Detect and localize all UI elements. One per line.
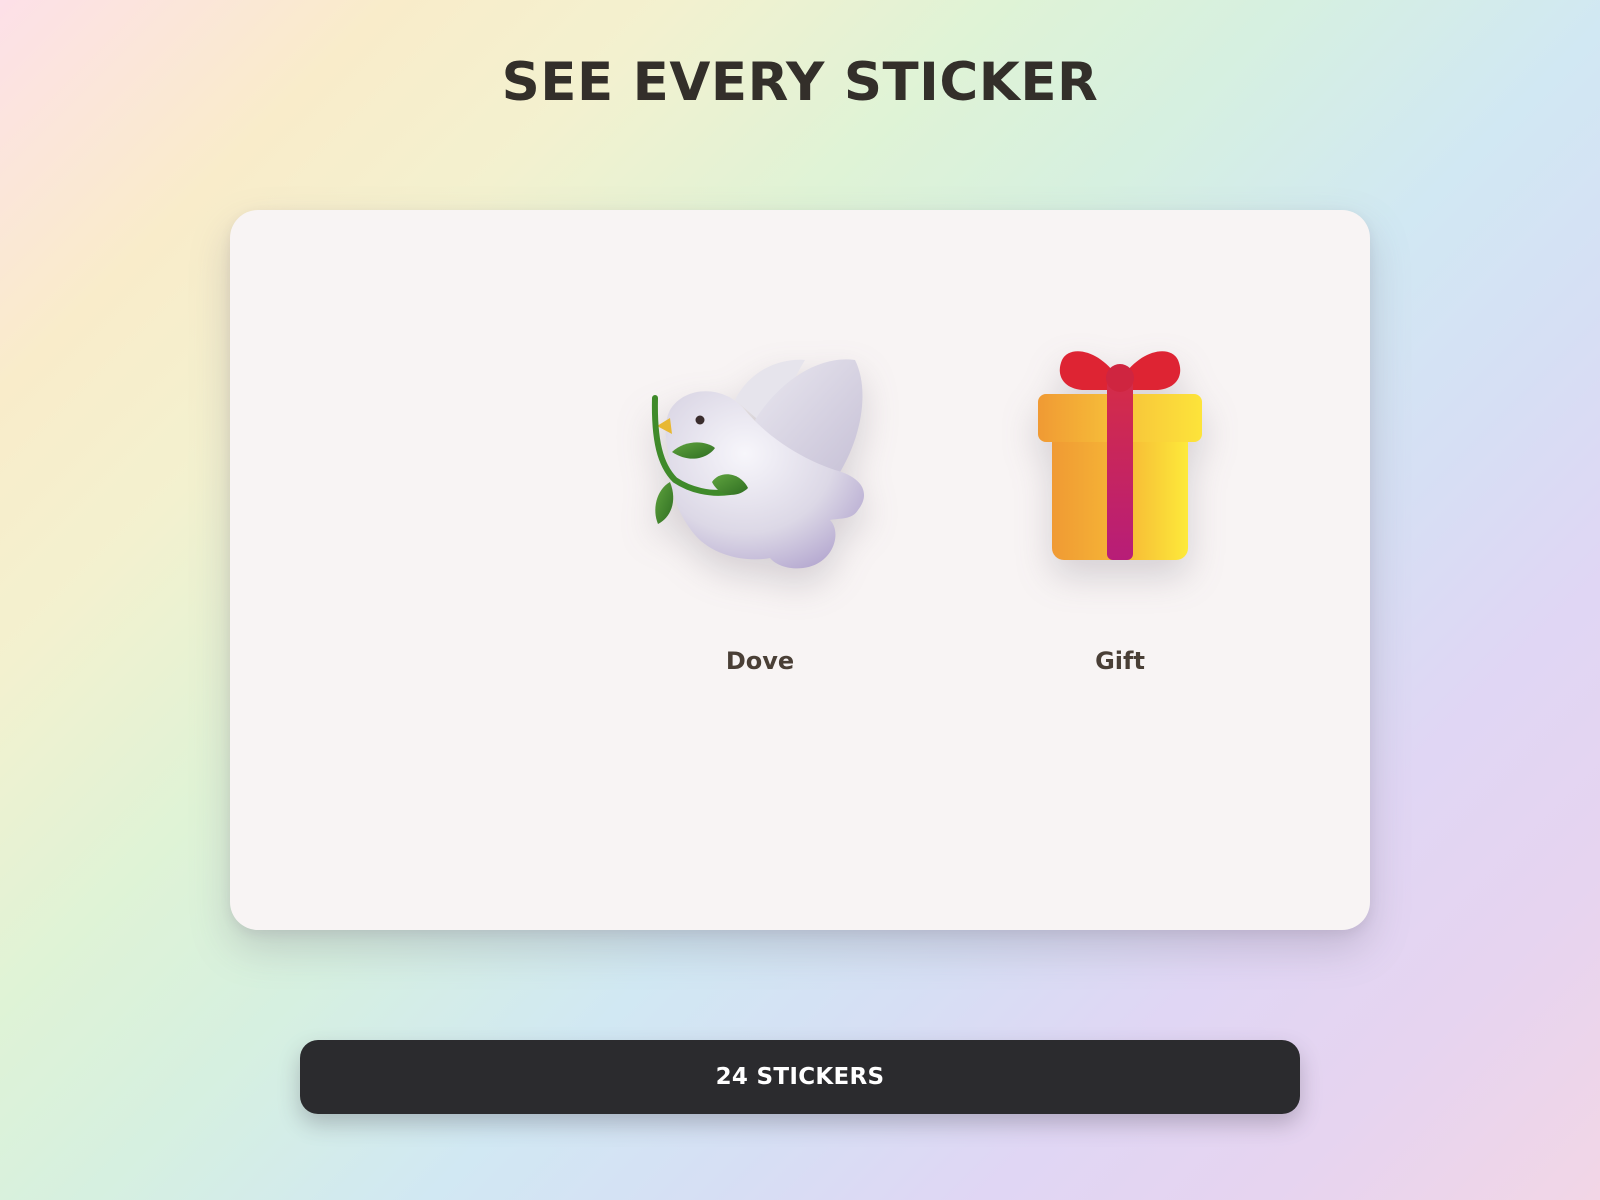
sticker-label: Dove (725, 647, 795, 675)
dove-icon (620, 320, 900, 600)
sticker-item-dove[interactable]: Dove (620, 320, 900, 700)
gift-icon (980, 320, 1260, 600)
sticker-label: Gift (1095, 647, 1145, 675)
sticker-item-gift[interactable]: Gift (980, 320, 1260, 700)
page-title: SEE EVERY STICKER (501, 52, 1099, 113)
sticker-gallery-card: Dove Gift (230, 210, 1370, 930)
sticker-count-button[interactable]: 24 STICKERS (300, 1040, 1300, 1114)
